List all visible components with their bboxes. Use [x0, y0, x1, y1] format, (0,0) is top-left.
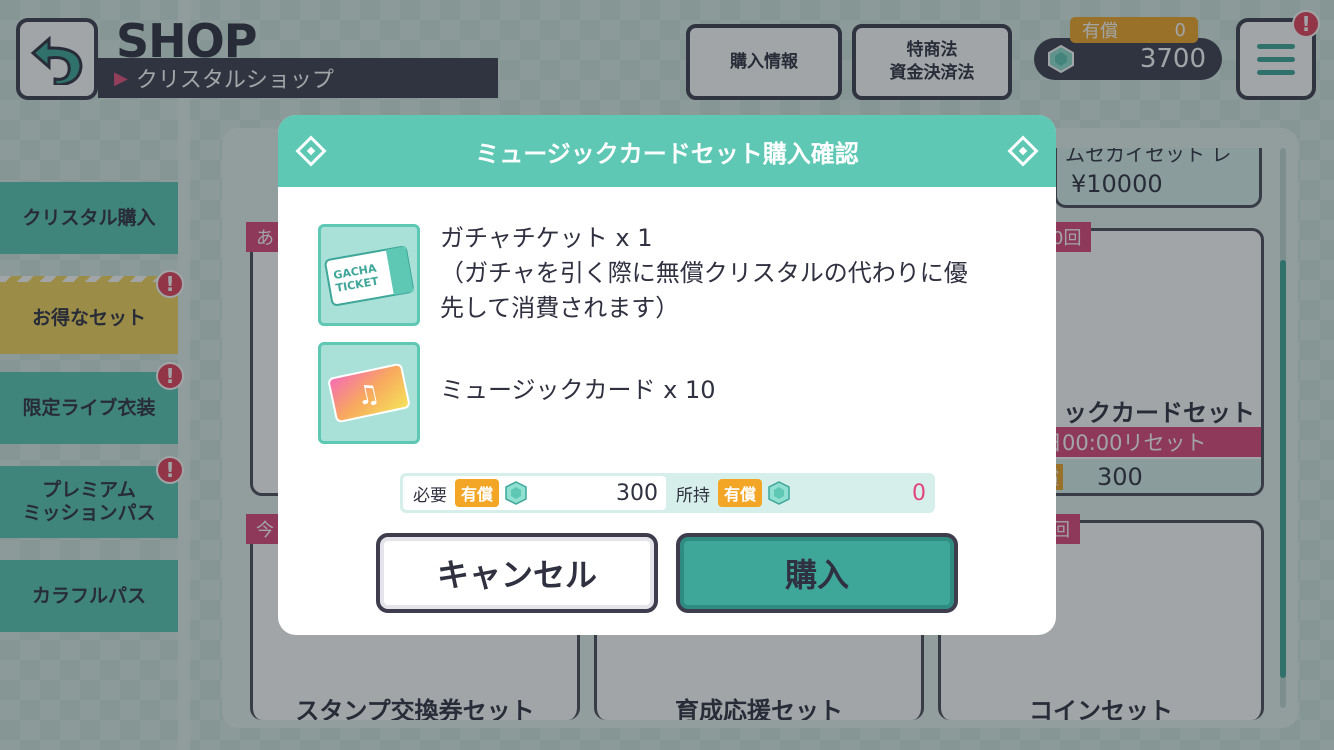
purchase-label: 購入 — [784, 556, 849, 594]
music-card-item: ♫ — [318, 342, 420, 444]
cancel-label: キャンセル — [436, 556, 597, 594]
owned-balance: 所持 有償 0 — [666, 476, 934, 510]
purchase-button[interactable]: 購入 — [676, 533, 958, 613]
required-value: 300 — [616, 480, 658, 506]
crystal-gem-icon — [505, 481, 527, 505]
owned-paid-tag: 有償 — [718, 479, 763, 507]
item1-note-line1: （ガチャを引く際に無償クリスタルの代わりに優 — [440, 259, 968, 287]
required-label: 必要 — [413, 485, 447, 506]
gacha-ticket-item: GACHA TICKET — [318, 224, 420, 326]
music-card-description: ミュージックカード x 10 — [440, 376, 716, 404]
crystal-gem-icon — [768, 481, 790, 505]
gacha-ticket-description: ガチャチケット x 1 （ガチャを引く際に無償クリスタルの代わりに優 先して消費… — [440, 221, 968, 326]
diamond-ornament-icon — [295, 135, 327, 167]
owned-label: 所持 — [676, 485, 710, 506]
item1-note-line2: 先して消費されます） — [440, 294, 680, 322]
dialog-header: ミュージックカードセット購入確認 — [278, 115, 1056, 187]
gacha-ticket-icon: GACHA TICKET — [324, 246, 414, 306]
music-card-icon: ♫ — [328, 363, 410, 423]
cost-summary: 必要 有償 300 所持 有償 0 — [400, 473, 935, 513]
item1-name: ガチャチケット x 1 — [440, 224, 653, 252]
owned-value: 0 — [912, 480, 926, 506]
cancel-button[interactable]: キャンセル — [376, 533, 658, 613]
purchase-confirm-dialog: ミュージックカードセット購入確認 GACHA TICKET ガチャチケット x … — [278, 115, 1056, 635]
diamond-ornament-icon — [1007, 135, 1039, 167]
dialog-title: ミュージックカードセット購入確認 — [475, 139, 859, 168]
required-cost: 必要 有償 300 — [403, 476, 666, 510]
paid-tag: 有償 — [455, 479, 500, 507]
